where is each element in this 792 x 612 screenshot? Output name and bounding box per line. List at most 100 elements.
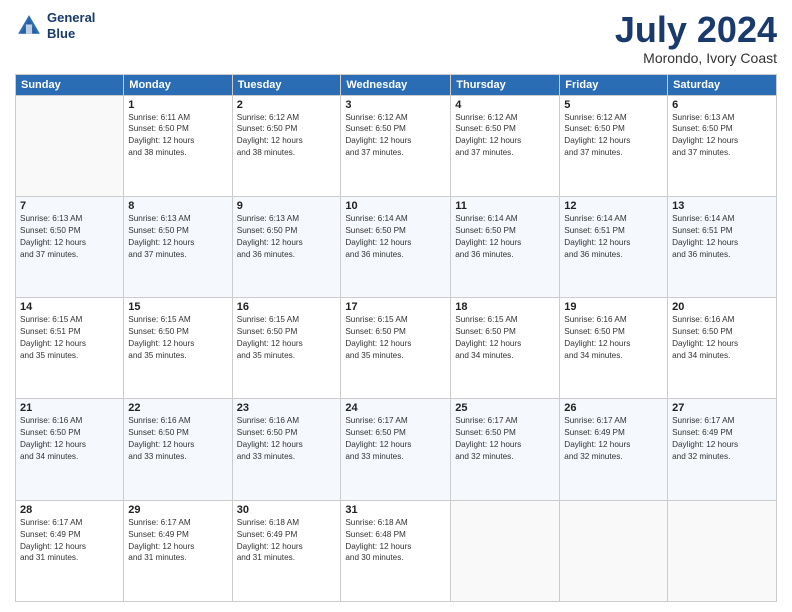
day-number: 23 (237, 402, 337, 414)
day-number: 20 (672, 301, 772, 313)
day-number: 3 (345, 99, 446, 111)
header-day-monday: Monday (124, 74, 232, 95)
logo-line1: General (47, 10, 95, 26)
week-row-1: 7Sunrise: 6:13 AM Sunset: 6:50 PM Daylig… (16, 196, 777, 297)
day-info: Sunrise: 6:14 AM Sunset: 6:50 PM Dayligh… (455, 213, 555, 261)
day-info: Sunrise: 6:17 AM Sunset: 6:50 PM Dayligh… (455, 415, 555, 463)
title-block: July 2024 Morondo, Ivory Coast (615, 10, 777, 66)
day-number: 25 (455, 402, 555, 414)
day-info: Sunrise: 6:13 AM Sunset: 6:50 PM Dayligh… (672, 112, 772, 160)
day-number: 31 (345, 504, 446, 516)
day-info: Sunrise: 6:15 AM Sunset: 6:50 PM Dayligh… (128, 314, 227, 362)
calendar-cell: 28Sunrise: 6:17 AM Sunset: 6:49 PM Dayli… (16, 500, 124, 601)
calendar-cell: 8Sunrise: 6:13 AM Sunset: 6:50 PM Daylig… (124, 196, 232, 297)
location-title: Morondo, Ivory Coast (615, 50, 777, 66)
day-number: 21 (20, 402, 119, 414)
calendar-cell (451, 500, 560, 601)
calendar-cell: 20Sunrise: 6:16 AM Sunset: 6:50 PM Dayli… (668, 298, 777, 399)
calendar-cell: 25Sunrise: 6:17 AM Sunset: 6:50 PM Dayli… (451, 399, 560, 500)
day-info: Sunrise: 6:15 AM Sunset: 6:50 PM Dayligh… (345, 314, 446, 362)
day-number: 28 (20, 504, 119, 516)
day-number: 16 (237, 301, 337, 313)
calendar-cell (560, 500, 668, 601)
calendar-cell: 24Sunrise: 6:17 AM Sunset: 6:50 PM Dayli… (341, 399, 451, 500)
calendar-cell: 17Sunrise: 6:15 AM Sunset: 6:50 PM Dayli… (341, 298, 451, 399)
day-info: Sunrise: 6:17 AM Sunset: 6:49 PM Dayligh… (20, 517, 119, 565)
day-info: Sunrise: 6:13 AM Sunset: 6:50 PM Dayligh… (20, 213, 119, 261)
calendar-cell: 30Sunrise: 6:18 AM Sunset: 6:49 PM Dayli… (232, 500, 341, 601)
day-number: 1 (128, 99, 227, 111)
day-number: 29 (128, 504, 227, 516)
week-row-0: 1Sunrise: 6:11 AM Sunset: 6:50 PM Daylig… (16, 95, 777, 196)
day-number: 4 (455, 99, 555, 111)
calendar-cell: 4Sunrise: 6:12 AM Sunset: 6:50 PM Daylig… (451, 95, 560, 196)
logo-text: General Blue (47, 10, 95, 41)
day-number: 13 (672, 200, 772, 212)
day-number: 27 (672, 402, 772, 414)
calendar-cell: 11Sunrise: 6:14 AM Sunset: 6:50 PM Dayli… (451, 196, 560, 297)
calendar-cell: 3Sunrise: 6:12 AM Sunset: 6:50 PM Daylig… (341, 95, 451, 196)
calendar-cell: 22Sunrise: 6:16 AM Sunset: 6:50 PM Dayli… (124, 399, 232, 500)
header-day-wednesday: Wednesday (341, 74, 451, 95)
day-info: Sunrise: 6:15 AM Sunset: 6:51 PM Dayligh… (20, 314, 119, 362)
calendar-cell: 23Sunrise: 6:16 AM Sunset: 6:50 PM Dayli… (232, 399, 341, 500)
logo-icon (15, 12, 43, 40)
day-number: 15 (128, 301, 227, 313)
day-info: Sunrise: 6:18 AM Sunset: 6:49 PM Dayligh… (237, 517, 337, 565)
day-number: 26 (564, 402, 663, 414)
day-info: Sunrise: 6:18 AM Sunset: 6:48 PM Dayligh… (345, 517, 446, 565)
day-number: 10 (345, 200, 446, 212)
day-info: Sunrise: 6:16 AM Sunset: 6:50 PM Dayligh… (672, 314, 772, 362)
day-info: Sunrise: 6:14 AM Sunset: 6:50 PM Dayligh… (345, 213, 446, 261)
header-day-thursday: Thursday (451, 74, 560, 95)
calendar-cell (668, 500, 777, 601)
day-number: 7 (20, 200, 119, 212)
month-title: July 2024 (615, 10, 777, 50)
calendar-cell: 13Sunrise: 6:14 AM Sunset: 6:51 PM Dayli… (668, 196, 777, 297)
logo: General Blue (15, 10, 95, 41)
header-day-tuesday: Tuesday (232, 74, 341, 95)
day-info: Sunrise: 6:16 AM Sunset: 6:50 PM Dayligh… (128, 415, 227, 463)
calendar-cell: 14Sunrise: 6:15 AM Sunset: 6:51 PM Dayli… (16, 298, 124, 399)
day-number: 19 (564, 301, 663, 313)
calendar-cell: 2Sunrise: 6:12 AM Sunset: 6:50 PM Daylig… (232, 95, 341, 196)
day-info: Sunrise: 6:13 AM Sunset: 6:50 PM Dayligh… (128, 213, 227, 261)
day-number: 22 (128, 402, 227, 414)
day-number: 18 (455, 301, 555, 313)
day-number: 8 (128, 200, 227, 212)
week-row-3: 21Sunrise: 6:16 AM Sunset: 6:50 PM Dayli… (16, 399, 777, 500)
day-number: 30 (237, 504, 337, 516)
calendar-cell: 31Sunrise: 6:18 AM Sunset: 6:48 PM Dayli… (341, 500, 451, 601)
day-info: Sunrise: 6:15 AM Sunset: 6:50 PM Dayligh… (237, 314, 337, 362)
day-info: Sunrise: 6:13 AM Sunset: 6:50 PM Dayligh… (237, 213, 337, 261)
logo-line2: Blue (47, 26, 95, 42)
day-info: Sunrise: 6:15 AM Sunset: 6:50 PM Dayligh… (455, 314, 555, 362)
day-number: 12 (564, 200, 663, 212)
day-info: Sunrise: 6:17 AM Sunset: 6:49 PM Dayligh… (564, 415, 663, 463)
header-row: SundayMondayTuesdayWednesdayThursdayFrid… (16, 74, 777, 95)
header: General Blue July 2024 Morondo, Ivory Co… (15, 10, 777, 66)
day-info: Sunrise: 6:12 AM Sunset: 6:50 PM Dayligh… (564, 112, 663, 160)
day-info: Sunrise: 6:14 AM Sunset: 6:51 PM Dayligh… (672, 213, 772, 261)
calendar-cell: 21Sunrise: 6:16 AM Sunset: 6:50 PM Dayli… (16, 399, 124, 500)
calendar-cell: 26Sunrise: 6:17 AM Sunset: 6:49 PM Dayli… (560, 399, 668, 500)
day-number: 11 (455, 200, 555, 212)
calendar-cell (16, 95, 124, 196)
calendar-cell: 7Sunrise: 6:13 AM Sunset: 6:50 PM Daylig… (16, 196, 124, 297)
calendar-cell: 18Sunrise: 6:15 AM Sunset: 6:50 PM Dayli… (451, 298, 560, 399)
calendar-cell: 5Sunrise: 6:12 AM Sunset: 6:50 PM Daylig… (560, 95, 668, 196)
day-info: Sunrise: 6:12 AM Sunset: 6:50 PM Dayligh… (345, 112, 446, 160)
day-info: Sunrise: 6:16 AM Sunset: 6:50 PM Dayligh… (20, 415, 119, 463)
day-number: 5 (564, 99, 663, 111)
day-number: 17 (345, 301, 446, 313)
page: General Blue July 2024 Morondo, Ivory Co… (0, 0, 792, 612)
calendar-cell: 27Sunrise: 6:17 AM Sunset: 6:49 PM Dayli… (668, 399, 777, 500)
calendar-table: SundayMondayTuesdayWednesdayThursdayFrid… (15, 74, 777, 602)
day-info: Sunrise: 6:12 AM Sunset: 6:50 PM Dayligh… (455, 112, 555, 160)
header-day-sunday: Sunday (16, 74, 124, 95)
day-info: Sunrise: 6:17 AM Sunset: 6:49 PM Dayligh… (672, 415, 772, 463)
day-info: Sunrise: 6:11 AM Sunset: 6:50 PM Dayligh… (128, 112, 227, 160)
day-info: Sunrise: 6:14 AM Sunset: 6:51 PM Dayligh… (564, 213, 663, 261)
header-day-saturday: Saturday (668, 74, 777, 95)
calendar-cell: 6Sunrise: 6:13 AM Sunset: 6:50 PM Daylig… (668, 95, 777, 196)
